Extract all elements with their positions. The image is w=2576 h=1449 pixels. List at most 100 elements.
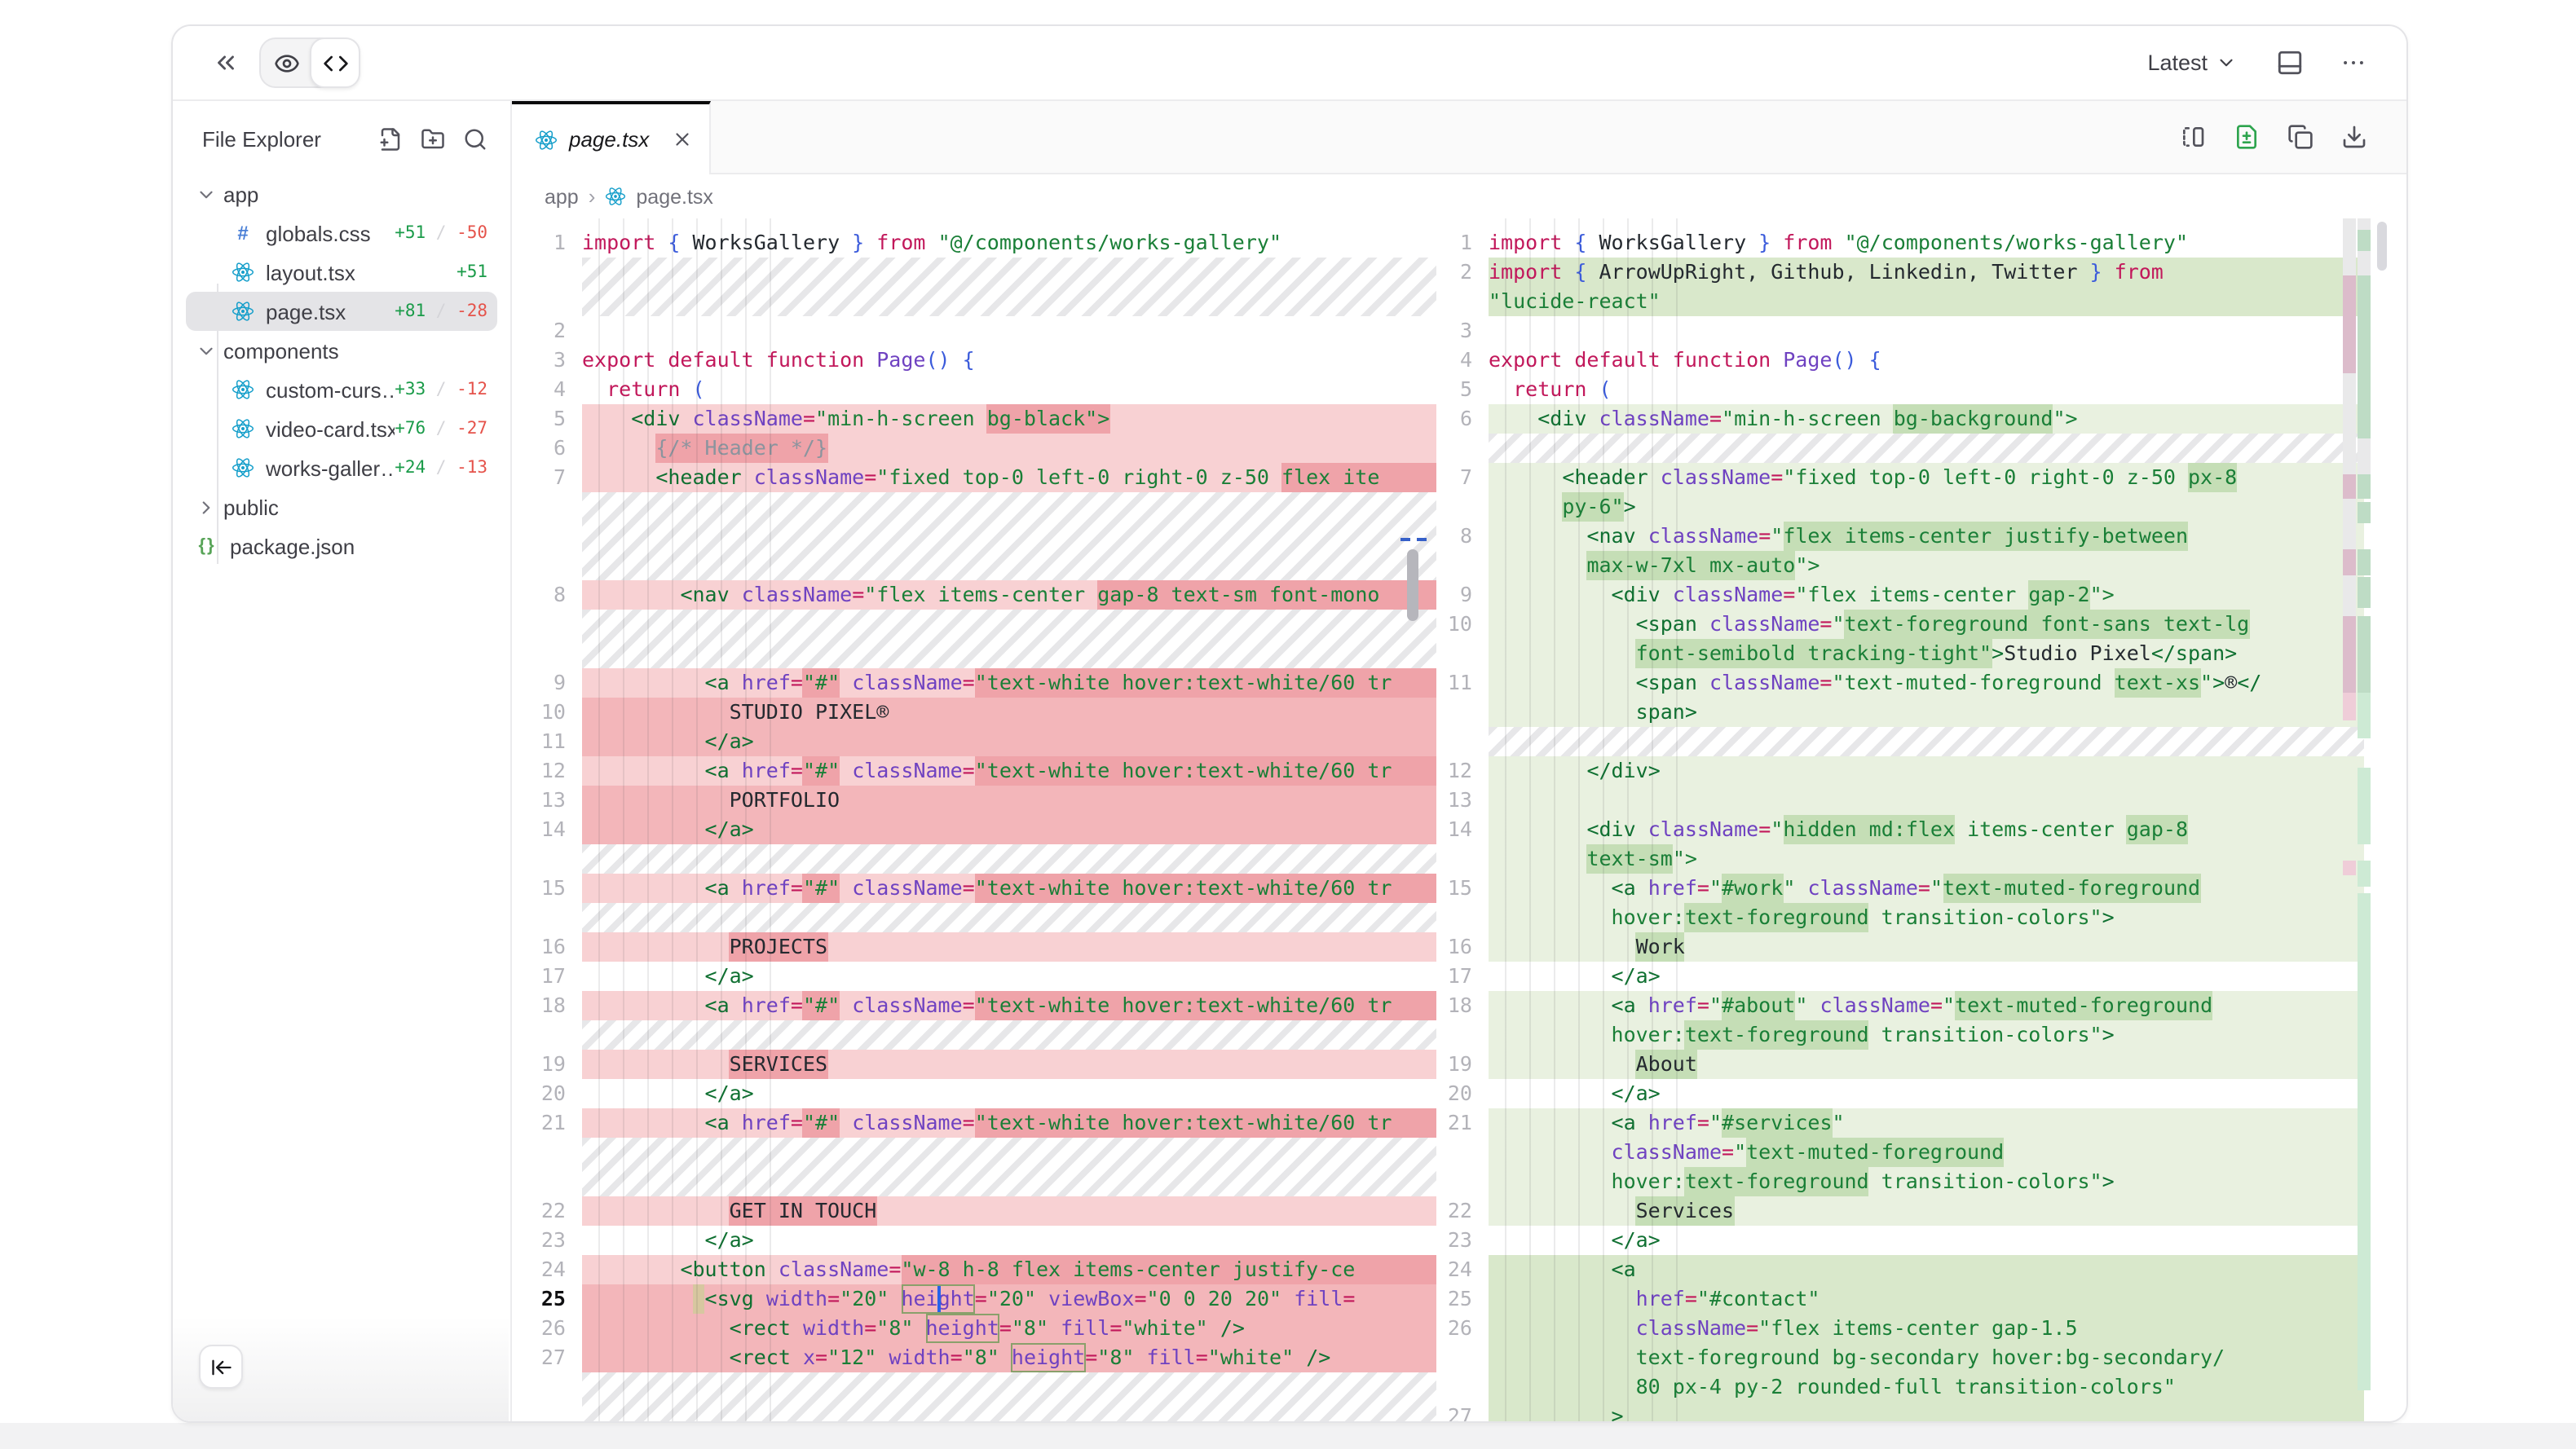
code-line[interactable]: 7 <header className="fixed top-0 left-0 … [1436, 463, 2364, 522]
code-line[interactable]: 13 PORTFOLIO [512, 786, 1436, 815]
code-line[interactable]: 25 <svg width="20" height="20" viewBox="… [512, 1284, 1436, 1314]
code-line[interactable]: 20 </a> [512, 1079, 1436, 1108]
code-line[interactable]: 6 <div className="min-h-screen bg-backgr… [1436, 404, 2364, 434]
line-number: 17 [1436, 962, 1489, 991]
download-button[interactable] [2338, 121, 2371, 153]
code-line[interactable]: 20 </a> [1436, 1079, 2364, 1108]
line-number: 7 [512, 463, 582, 492]
code-toggle-button[interactable] [310, 37, 360, 88]
code-line[interactable]: 4 return ( [512, 375, 1436, 404]
code-line[interactable]: 25 href="#contact" [1436, 1284, 2364, 1314]
line-number: 6 [1436, 404, 1489, 434]
line-number: 3 [1436, 316, 1489, 346]
collapse-sidebar-button[interactable] [199, 1345, 243, 1389]
code-line[interactable]: 12 </div> [1436, 756, 2364, 786]
diff-minimap[interactable] [2343, 218, 2372, 1421]
sidebar-item-package.json[interactable]: {}package.json [186, 526, 497, 566]
file-diff-button[interactable] [2230, 121, 2263, 153]
code-line[interactable]: 10 <span className="text-foreground font… [1436, 610, 2364, 668]
code-line[interactable]: 23 </a> [1436, 1226, 2364, 1255]
code-line[interactable]: 6 {/* Header */} [512, 434, 1436, 463]
copy-code-button[interactable] [2284, 121, 2317, 153]
sidebar-item-components[interactable]: components [186, 331, 497, 370]
new-folder-button[interactable] [417, 124, 448, 155]
tab-page-tsx[interactable]: page.tsx [512, 101, 711, 174]
line-number: 27 [512, 1343, 582, 1372]
line-number: 23 [512, 1226, 582, 1255]
code-line[interactable]: 9 <a href="#" className="text-white hove… [512, 668, 1436, 698]
tab-close-button[interactable] [672, 129, 693, 150]
code-line[interactable]: 22 Services [1436, 1196, 2364, 1226]
code-line[interactable]: 26 className="flex items-center gap-1.5 … [1436, 1314, 2364, 1402]
code-line[interactable]: 14 <div className="hidden md:flex items-… [1436, 815, 2364, 874]
code-line[interactable]: 27 <rect x="12" width="8" height="8" fil… [512, 1343, 1436, 1372]
code-line[interactable]: 9 <div className="flex items-center gap-… [1436, 580, 2364, 610]
collapse-panel-button[interactable] [205, 42, 246, 83]
split-view-button[interactable] [2177, 121, 2209, 153]
sidebar-item-works-galler-[interactable]: works-galler…+24 / -13 [186, 448, 497, 487]
search-files-button[interactable] [460, 124, 491, 155]
scrollbar-thumb[interactable] [2377, 222, 2387, 271]
code-line[interactable]: 18 <a href="#about" className="text-mute… [1436, 991, 2364, 1050]
code-line[interactable]: 2 [512, 316, 1436, 346]
code-line[interactable]: 21 <a href="#" className="text-white hov… [512, 1108, 1436, 1138]
line-number: 14 [512, 815, 582, 844]
breadcrumb-file[interactable]: page.tsx [636, 185, 713, 208]
code-line[interactable]: 12 <a href="#" className="text-white hov… [512, 756, 1436, 786]
code-line[interactable]: 1import { WorksGallery } from "@/compone… [1436, 228, 2364, 258]
sidebar-item-globals.css[interactable]: #globals.css+51 / -50 [186, 214, 497, 253]
line-number: 13 [512, 786, 582, 815]
code-line[interactable]: 2import { ArrowUpRight, Github, Linkedin… [1436, 258, 2364, 316]
breadcrumb-folder[interactable]: app [545, 185, 579, 208]
code-line[interactable]: 3 [1436, 316, 2364, 346]
code-line[interactable]: 5 return ( [1436, 375, 2364, 404]
file-explorer-title: File Explorer [202, 127, 321, 152]
left-pane-scrollbar-thumb[interactable] [1407, 549, 1418, 621]
code-line[interactable]: 24 <a [1436, 1255, 2364, 1284]
code-line[interactable]: 19 SERVICES [512, 1050, 1436, 1079]
code-line[interactable]: 5 <div className="min-h-screen bg-black"… [512, 404, 1436, 434]
code-line[interactable]: 1import { WorksGallery } from "@/compone… [512, 228, 1436, 258]
sidebar-item-public[interactable]: public [186, 487, 497, 526]
sidebar-item-app[interactable]: app [186, 174, 497, 214]
scrollbar-track[interactable] [2377, 218, 2389, 1421]
line-number [1436, 434, 1489, 463]
code-line[interactable]: 22 GET IN TOUCH [512, 1196, 1436, 1226]
code-line[interactable]: 23 </a> [512, 1226, 1436, 1255]
code-line[interactable]: 21 <a href="#services" className="text-m… [1436, 1108, 2364, 1196]
panel-bottom-button[interactable] [2269, 42, 2310, 83]
code-line[interactable]: 14 </a> [512, 815, 1436, 844]
preview-toggle-button[interactable] [261, 37, 311, 88]
code-line[interactable]: 15 <a href="#work" className="text-muted… [1436, 874, 2364, 932]
code-line[interactable]: 19 About [1436, 1050, 2364, 1079]
code-line[interactable]: 15 <a href="#" className="text-white hov… [512, 874, 1436, 903]
code-line[interactable]: 10 STUDIO PIXEL® [512, 698, 1436, 727]
code-line[interactable]: 7 <header className="fixed top-0 left-0 … [512, 463, 1436, 492]
sidebar-item-layout.tsx[interactable]: layout.tsx+51 [186, 253, 497, 292]
code-line[interactable]: 3export default function Page() { [512, 346, 1436, 375]
code-line[interactable]: 27 > [1436, 1402, 2364, 1421]
more-options-button[interactable] [2333, 42, 2374, 83]
sidebar-item-page.tsx[interactable]: page.tsx+81 / -28 [186, 292, 497, 331]
file-label: globals.css [266, 221, 371, 245]
code-line[interactable]: 8 <nav className="flex items-center just… [1436, 522, 2364, 580]
diff-pane-original[interactable]: 1import { WorksGallery } from "@/compone… [512, 218, 1436, 1421]
code-line[interactable]: 24 <button className="w-8 h-8 flex items… [512, 1255, 1436, 1284]
code-line[interactable]: 18 <a href="#" className="text-white hov… [512, 991, 1436, 1020]
code-line[interactable]: 17 </a> [1436, 962, 2364, 991]
code-line[interactable]: 26 <rect width="8" height="8" fill="whit… [512, 1314, 1436, 1343]
code-line[interactable]: 8 <nav className="flex items-center gap-… [512, 580, 1436, 610]
code-line[interactable]: 11 </a> [512, 727, 1436, 756]
new-file-button[interactable] [375, 124, 406, 155]
diff-pane-modified[interactable]: 1import { WorksGallery } from "@/compone… [1436, 218, 2364, 1421]
version-dropdown[interactable]: Latest [2137, 49, 2247, 77]
sidebar-item-video-card.tsx[interactable]: video-card.tsx+76 / -27 [186, 409, 497, 448]
code-line[interactable]: 13 [1436, 786, 2364, 815]
code-line[interactable]: 11 <span className="text-muted-foregroun… [1436, 668, 2364, 727]
code-line[interactable]: 16 PROJECTS [512, 932, 1436, 962]
code-line[interactable]: 17 </a> [512, 962, 1436, 991]
code-line[interactable]: 16 Work [1436, 932, 2364, 962]
sidebar-item-custom-curs-[interactable]: custom-curs…+33 / -12 [186, 370, 497, 409]
minimap-block [2358, 768, 2371, 844]
code-line[interactable]: 4export default function Page() { [1436, 346, 2364, 375]
